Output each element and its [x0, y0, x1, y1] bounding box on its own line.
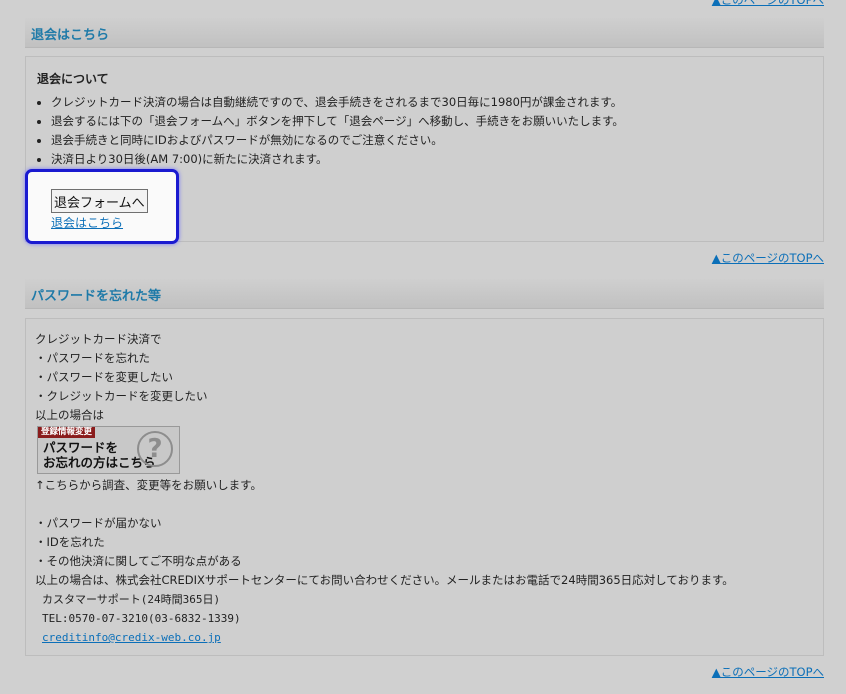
password-intro-line: ・パスワードを変更したい: [35, 370, 173, 384]
withdraw-notes: クレジットカード決済の場合は自動継続ですので、退会手続きをされるまで30日毎に1…: [37, 93, 624, 169]
password-other-line: 以上の場合は、株式会社CREDIXサポートセンターにてお問い合わせください。メー…: [35, 573, 734, 587]
support-name: カスタマーサポート(24時間365日): [42, 593, 221, 606]
page-top-link-upper[interactable]: ▲このページのTOPへ: [712, 0, 824, 8]
withdraw-note: 退会手続きと同時にIDおよびパスワードが無効になるのでご注意ください。: [51, 131, 624, 150]
withdraw-form-highlight: 退会フォームへ 退会はこちら: [25, 169, 179, 244]
password-other-line: ・パスワードが届かない: [35, 516, 162, 530]
after-banner-text: ↑こちらから調査、変更等をお願いします。: [35, 478, 262, 492]
password-reset-banner[interactable]: 登録情報変更 パスワードを お忘れの方はこちら ?: [37, 426, 180, 474]
support-tel: TEL:0570-07-3210(03-6832-1339): [42, 612, 241, 625]
withdraw-link[interactable]: 退会はこちら: [51, 214, 123, 231]
banner-tag: 登録情報変更: [38, 427, 96, 438]
password-intro-line: ・パスワードを忘れた: [35, 351, 150, 365]
support-email-link[interactable]: creditinfo@credix-web.co.jp: [42, 631, 221, 644]
withdraw-note: 退会するには下の「退会フォームへ」ボタンを押下して「退会ページ」へ移動し、手続き…: [51, 112, 624, 131]
password-section-heading: パスワードを忘れた等: [25, 279, 824, 309]
question-mark-icon: ?: [137, 431, 173, 467]
withdraw-form-button[interactable]: 退会フォームへ: [51, 189, 148, 213]
password-other-line: ・その他決済に関してご不明な点がある: [35, 554, 242, 568]
withdraw-section-heading: 退会はこちら: [25, 18, 824, 48]
password-other-line: ・IDを忘れた: [35, 535, 105, 549]
withdraw-note: クレジットカード決済の場合は自動継続ですので、退会手続きをされるまで30日毎に1…: [51, 93, 624, 112]
password-section: クレジットカード決済で ・パスワードを忘れた ・パスワードを変更したい ・クレジ…: [25, 318, 824, 656]
support-contact: カスタマーサポート(24時間365日) TEL:0570-07-3210(03-…: [42, 590, 814, 647]
page-top-link-bottom[interactable]: ▲このページのTOPへ: [712, 664, 824, 680]
page-top-link[interactable]: ▲このページのTOPへ: [712, 250, 824, 266]
password-intro-line: ・クレジットカードを変更したい: [35, 389, 208, 403]
withdraw-note: 決済日より30日後(AM 7:00)に新たに決済されます。: [51, 150, 624, 169]
withdraw-subtitle: 退会について: [37, 72, 109, 86]
password-intro-line: クレジットカード決済で: [35, 332, 162, 346]
password-intro-line: 以上の場合は: [35, 408, 104, 422]
